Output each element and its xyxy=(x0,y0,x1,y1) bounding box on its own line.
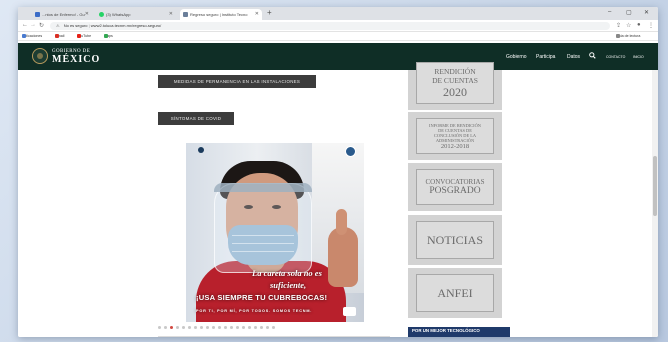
bookmark-youtube[interactable]: YouTube xyxy=(77,34,91,38)
tab-guia[interactable]: ...ntos de Enfermo! - Gu ✕ xyxy=(32,9,92,20)
tab-whatsapp[interactable]: (3) WhatsApp ✕ xyxy=(96,9,176,20)
coat-of-arms-icon[interactable] xyxy=(32,48,48,64)
slider-dot[interactable] xyxy=(236,326,239,329)
url-text: www2.toluca.tecnm.mx/regreso-seguro/ xyxy=(90,23,162,28)
divider xyxy=(158,336,390,337)
gob-header: GOBIERNO DE MÉXICO Gobierno Participa Da… xyxy=(18,43,658,70)
noticias-card[interactable]: NOTICIAS xyxy=(408,215,502,265)
bookmark-gmail[interactable]: Gmail xyxy=(55,34,64,38)
slider-dot[interactable] xyxy=(248,326,251,329)
sintomas-covid-button[interactable]: SÍNTOMAS DE COVID xyxy=(158,112,234,125)
not-secure-icon: ⚠ xyxy=(56,23,60,28)
close-window-button[interactable]: ✕ xyxy=(644,9,649,16)
slider-dot[interactable] xyxy=(224,326,227,329)
thumbs-up-hand xyxy=(328,227,358,287)
page-scrollbar[interactable] xyxy=(652,70,658,337)
tecnm-logo-icon xyxy=(343,307,356,316)
informe-rendicion-card[interactable]: INFORME DE RENDICIÓN DE CUENTAS DE CONCL… xyxy=(408,112,502,160)
bookmarks-bar: Aplicaciones Gmail YouTube Maps Lista de… xyxy=(18,32,658,41)
reading-list[interactable]: Lista de lectura xyxy=(616,34,640,38)
back-icon[interactable]: ← xyxy=(22,22,28,28)
nav-contacto[interactable]: CONTACTO xyxy=(606,55,625,59)
tecnm-seal-icon xyxy=(198,147,204,153)
whatsapp-icon xyxy=(99,12,104,17)
campaign-slider[interactable]: La careta sola no es suficiente, ¡USA SI… xyxy=(186,143,364,322)
maps-icon xyxy=(104,34,108,38)
slide-line-4: POR TI, POR MÍ, POR TODOS. SOMOS TECNM. xyxy=(196,309,313,313)
tab-title: Regreso seguro | Instituto Tecno xyxy=(190,12,248,17)
slider-dot[interactable] xyxy=(158,326,161,329)
address-bar-row: ← → ↻ ⚠ No es seguro | www2.toluca.tecnm… xyxy=(18,20,658,32)
url-field[interactable]: ⚠ No es seguro | www2.toluca.tecnm.mx/re… xyxy=(50,22,610,30)
slider-dot[interactable] xyxy=(170,326,173,329)
tab-regreso-seguro[interactable]: Regreso seguro | Instituto Tecno ✕ xyxy=(180,9,262,20)
slider-dot[interactable] xyxy=(206,326,209,329)
slider-dot[interactable] xyxy=(254,326,257,329)
por-un-mejor-tecnologico-banner[interactable]: POR UN MEJOR TECNOLÓGICO xyxy=(408,327,510,337)
medidas-permanencia-button[interactable]: MEDIDAS DE PERMANENCIA EN LAS INSTALACIO… xyxy=(158,75,316,88)
gmail-icon xyxy=(55,34,59,38)
face-shield xyxy=(214,183,312,273)
slider-dot[interactable] xyxy=(212,326,215,329)
slider-dot[interactable] xyxy=(272,326,275,329)
nav-participa[interactable]: Participa xyxy=(536,54,555,60)
page-content: MEDIDAS DE PERMANENCIA EN LAS INSTALACIO… xyxy=(18,62,658,337)
slide-line-2: suficiente, xyxy=(270,280,307,290)
reading-list-icon xyxy=(616,34,620,38)
share-icon[interactable]: ⇪ xyxy=(616,22,621,29)
slide-line-3: ¡USA SIEMPRE TU CUBREBOCAS! xyxy=(196,293,328,302)
profile-icon[interactable]: ● xyxy=(637,22,641,28)
close-tab-icon[interactable]: ✕ xyxy=(169,9,173,20)
nav-datos[interactable]: Datos xyxy=(567,54,580,60)
star-icon[interactable]: ☆ xyxy=(626,22,631,29)
tab-strip: ...ntos de Enfermo! - Gu ✕ (3) WhatsApp … xyxy=(18,7,658,20)
menu-kebab-icon[interactable]: ⋮ xyxy=(648,22,654,29)
apps-grid-icon xyxy=(22,34,26,38)
bookmark-maps[interactable]: Maps xyxy=(104,34,113,38)
close-tab-icon[interactable]: ✕ xyxy=(255,9,259,20)
tecnm-favicon-icon xyxy=(183,12,188,17)
anfei-card[interactable]: ANFEI xyxy=(408,268,502,318)
slider-dot[interactable] xyxy=(200,326,203,329)
youtube-icon xyxy=(77,34,81,38)
slider-dot[interactable] xyxy=(194,326,197,329)
slide-line-1: La careta sola no es xyxy=(252,268,322,278)
tab-title: ...ntos de Enfermo! - Gu xyxy=(42,12,85,17)
minimize-button[interactable]: – xyxy=(608,9,611,15)
slider-dot[interactable] xyxy=(182,326,185,329)
scrollbar-thumb[interactable] xyxy=(653,156,657,216)
nav-inicio[interactable]: INICIO xyxy=(633,55,644,59)
new-tab-button[interactable]: + xyxy=(267,8,272,17)
slider-dot[interactable] xyxy=(230,326,233,329)
slider-dot[interactable] xyxy=(260,326,263,329)
rendicion-cuentas-2020-card[interactable]: RENDICIÓN DE CUENTAS 2020 xyxy=(408,62,502,110)
browser-window: ...ntos de Enfermo! - Gu ✕ (3) WhatsApp … xyxy=(18,7,658,337)
search-icon[interactable] xyxy=(589,52,596,59)
campaign-logo-icon xyxy=(345,146,356,157)
nav-gobierno[interactable]: Gobierno xyxy=(506,54,527,60)
security-label: No es seguro xyxy=(63,23,88,28)
slider-dot[interactable] xyxy=(164,326,167,329)
forward-icon[interactable]: → xyxy=(30,22,36,28)
slider-dot[interactable] xyxy=(242,326,245,329)
bookmark-apps[interactable]: Aplicaciones xyxy=(22,34,42,38)
doc-favicon-icon xyxy=(35,12,40,17)
slider-dot[interactable] xyxy=(176,326,179,329)
tab-title: (3) WhatsApp xyxy=(106,12,131,17)
maximize-button[interactable]: ▢ xyxy=(626,9,632,16)
slider-dot[interactable] xyxy=(218,326,221,329)
convocatorias-posgrado-card[interactable]: CONVOCATORIAS POSGRADO xyxy=(408,163,502,211)
reload-icon[interactable]: ↻ xyxy=(39,22,44,29)
close-tab-icon[interactable]: ✕ xyxy=(85,9,89,20)
logo-main-text[interactable]: MÉXICO xyxy=(52,54,100,65)
slider-dot[interactable] xyxy=(188,326,191,329)
slider-dot[interactable] xyxy=(266,326,269,329)
